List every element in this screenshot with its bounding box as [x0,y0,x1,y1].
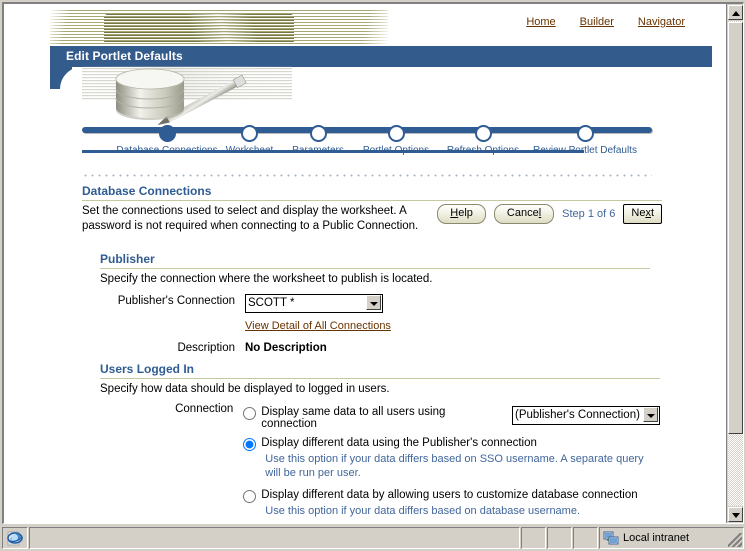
option-publisher-connection-row: Display different data using the Publish… [243,436,660,451]
step-dot-icon [474,125,492,142]
section-divider [82,200,662,201]
scroll-up-button[interactable] [728,5,743,20]
wizard-step-label: Refresh Options [446,145,520,156]
page-title: Edit Portlet Defaults [66,49,183,63]
nav-link-builder[interactable]: Builder [580,16,614,28]
wizard-step-parameters[interactable]: Parameters [283,122,353,156]
security-zone-panel[interactable]: Local intranet [599,527,744,549]
step-dot-icon [241,125,258,142]
security-zone-label: Local intranet [623,532,690,544]
resize-grip-icon[interactable] [728,533,742,547]
status-bar: Local intranet [2,527,744,549]
same-data-connection-select-wrap: (Publisher's Connection) [512,405,660,425]
rail-dotted-rule [82,174,652,177]
publishers-connection-row: Publisher's Connection SCOTT * View Deta… [100,293,650,334]
wizard-step-label: Worksheet [225,145,274,156]
publishers-connection-label: Publisher's Connection [117,295,235,307]
internet-explorer-icon [7,531,23,546]
connection-label: Connection [175,403,234,415]
publisher-section: Publisher Specify the connection where t… [100,252,650,354]
database-and-pencil-illustration [82,66,292,126]
scroll-up-arrow-icon [732,11,740,16]
step-dot-icon [387,125,405,142]
help-button-label-rest: elp [458,207,473,219]
scroll-down-arrow-icon [732,513,740,518]
vertical-scrollbar[interactable] [726,4,743,523]
wizard-action-bar: Help Cancel Step 1 of 6 Next [437,204,662,224]
wizard-step-worksheet[interactable]: Worksheet [217,122,282,156]
option-publisher-connection-label: Display different data using the Publish… [261,437,537,449]
nav-link-home[interactable]: Home [526,16,555,28]
oracle-logo-wordmark [104,14,294,44]
same-data-connection-select[interactable]: (Publisher's Connection) [512,405,660,425]
nav-link-navigator[interactable]: Navigator [638,16,685,28]
wizard-step-label: Database Connections [116,145,218,156]
help-button[interactable]: Help [437,204,486,224]
scrollbar-thumb[interactable] [728,22,743,434]
wizard-step-review-portlet-defaults[interactable]: Review Portlet Defaults [526,122,644,156]
publisher-description: Specify the connection where the workshe… [100,273,433,285]
section-description: Set the connections used to select and d… [82,205,419,232]
description-label: Description [177,341,235,354]
wizard-progress-rail: Database Connections Worksheet Parameter… [4,122,721,180]
connection-options-group: Connection Display same data to all user… [100,401,660,523]
step-dot-icon [309,125,327,142]
top-navigation: Home Builder Navigator [526,16,685,28]
status-slot-1 [521,527,546,549]
page-header: Home Builder Navigator [4,4,721,47]
option-same-data-label: Display same data to all users using con… [261,406,446,430]
scroll-down-button[interactable] [728,507,743,522]
publishers-connection-select[interactable]: SCOTT * [245,293,383,313]
radio-display-different-data-publisher[interactable] [243,438,257,451]
database-connections-section: Database Connections Set the connections… [82,184,662,232]
status-slot-3 [573,527,598,549]
wizard-step-database-connections[interactable]: Database Connections [112,122,222,156]
status-slot-2 [547,527,572,549]
description-row: Description No Description [100,340,650,354]
wizard-step-label: Parameters [292,145,344,156]
browser-client-area: Home Builder Navigator Edit Portlet Defa… [2,2,744,524]
publisher-heading: Publisher [100,252,155,266]
wizard-step-label: Review Portlet Defaults [533,145,637,156]
next-button-label: Ne [631,207,646,219]
cancel-button-label: Cance [506,207,539,219]
next-button[interactable]: Next [623,204,662,224]
radio-display-same-data[interactable] [243,407,257,420]
users-heading: Users Logged In [100,362,195,376]
local-intranet-icon [603,531,619,545]
option-customize-connection-label: Display different data by allowing users… [261,489,638,501]
publisher-divider [100,268,650,269]
status-message-panel [29,527,520,549]
option-publisher-connection-hint: Use this option if your data differs bas… [265,453,644,479]
option-same-data-row: Display same data to all users using con… [243,405,660,430]
option-customize-connection-hint: Use this option if your data differs bas… [265,505,581,517]
wizard-step-refresh-options[interactable]: Refresh Options [441,122,525,156]
cancel-button[interactable]: Cancel [493,204,555,224]
view-detail-of-all-connections-link[interactable]: View Detail of All Connections [245,320,391,332]
step-dot-icon [576,125,594,142]
step-dot-active-icon [158,125,176,142]
users-description: Specify how data should be displayed to … [100,383,390,395]
page-viewport: Home Builder Navigator Edit Portlet Defa… [4,4,721,523]
wizard-step-label: Portlet Options [362,145,430,156]
wizard-step-portlet-options[interactable]: Portlet Options [355,122,437,156]
users-logged-in-section: Users Logged In Specify how data should … [100,362,660,523]
section-heading: Database Connections [82,184,212,198]
publishers-connection-select-wrap: SCOTT * [245,293,383,313]
radio-display-different-data-customize[interactable] [243,490,257,503]
description-value: No Description [245,341,327,354]
users-divider [100,378,660,379]
status-document-icon-panel [2,527,28,549]
browser-window: Home Builder Navigator Edit Portlet Defa… [0,0,746,551]
step-counter: Step 1 of 6 [562,208,616,220]
option-customize-connection-row: Display different data by allowing users… [243,488,660,503]
